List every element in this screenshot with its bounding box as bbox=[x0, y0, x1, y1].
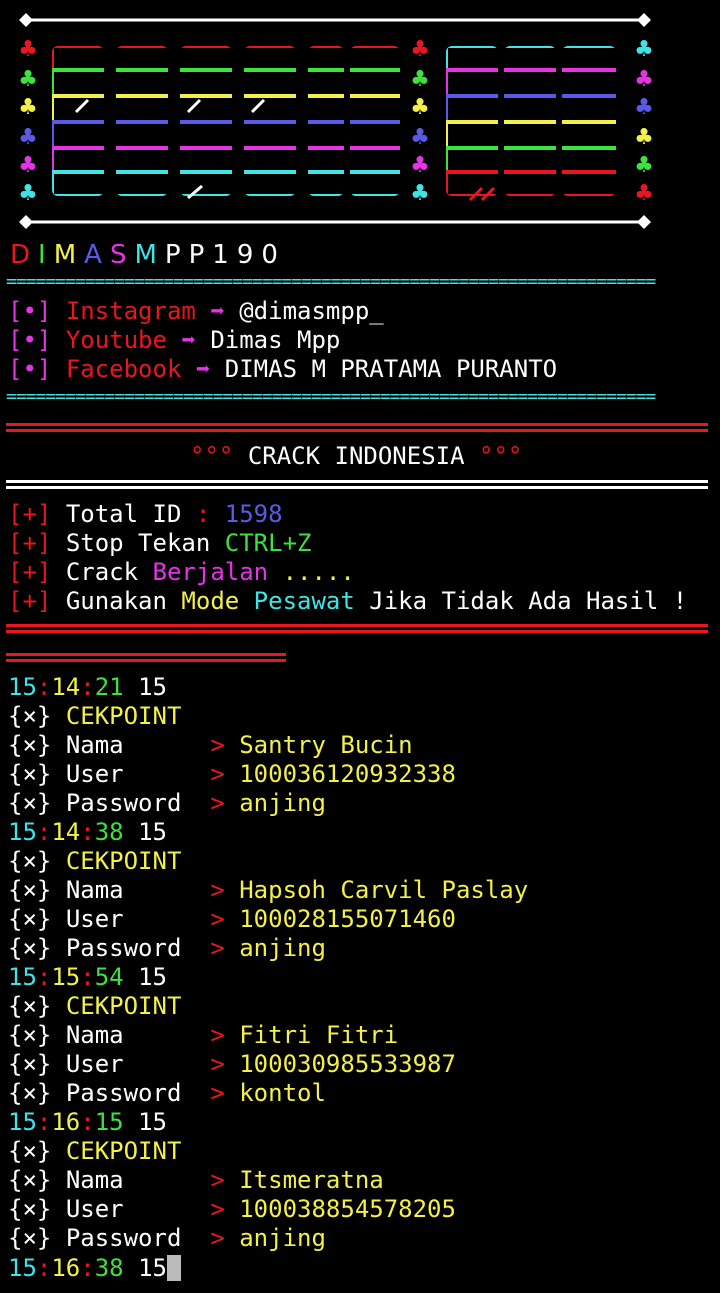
status-line: {×} CEKPOINT bbox=[8, 702, 182, 730]
social-row-facebook: [•] Facebook ➡ DIMAS M PRATAMA PURANTO bbox=[8, 355, 558, 383]
timestamp-line: 15:14:21 15 bbox=[8, 673, 167, 701]
result-password: {×} Password > kontol bbox=[8, 1079, 326, 1107]
result-user: {×} User > 100038854578205 bbox=[8, 1195, 456, 1223]
timestamp-line: 15:14:38 15 bbox=[8, 818, 167, 846]
result-password: {×} Password > anjing bbox=[8, 1224, 326, 1252]
svg-text:♣: ♣ bbox=[410, 67, 430, 92]
result-user: {×} User > 100028155071460 bbox=[8, 905, 456, 933]
divider-red bbox=[6, 423, 708, 426]
svg-text:♣: ♣ bbox=[18, 125, 38, 150]
author-letter: M bbox=[134, 240, 165, 270]
social-row-instagram: [•] Instagram ➡ @dimasmpp_ bbox=[8, 297, 384, 325]
timestamp-line: 15:15:54 15 bbox=[8, 963, 167, 991]
divider-red bbox=[6, 624, 708, 627]
author-letter: 9 bbox=[236, 240, 262, 270]
author-letter: M bbox=[53, 240, 85, 270]
svg-text:♣: ♣ bbox=[18, 153, 38, 178]
svg-text:♣: ♣ bbox=[18, 67, 38, 92]
info-stop: [+] Stop Tekan CTRL+Z bbox=[8, 529, 312, 557]
divider-red-short bbox=[6, 653, 286, 656]
page-title: °°° CRACK INDONESIA °°° bbox=[190, 442, 523, 470]
svg-text:♣: ♣ bbox=[18, 95, 38, 120]
svg-text:♣: ♣ bbox=[634, 125, 654, 150]
author-letter: I bbox=[38, 240, 54, 270]
svg-text:♣: ♣ bbox=[634, 67, 654, 92]
svg-text:♣: ♣ bbox=[634, 95, 654, 120]
divider-cyan: ========================================… bbox=[6, 275, 656, 289]
timestamp-line: 15:16:15 15 bbox=[8, 1108, 167, 1136]
info-tip: [+] Gunakan Mode Pesawat Jika Tidak Ada … bbox=[8, 587, 688, 615]
svg-text:♣: ♣ bbox=[634, 181, 654, 206]
divider-red bbox=[6, 429, 708, 432]
social-row-youtube: [•] Youtube ➡ Dimas Mpp bbox=[8, 326, 341, 354]
result-nama: {×} Nama > Santry Bucin bbox=[8, 731, 413, 759]
author-banner: DIMASMPP190 bbox=[10, 240, 286, 270]
result-user: {×} User > 100030985533987 bbox=[8, 1050, 456, 1078]
author-letter: A bbox=[84, 240, 110, 270]
divider-red bbox=[6, 630, 708, 633]
svg-text:♣: ♣ bbox=[634, 37, 654, 62]
cracks-pro-logo: ♣ ♣ ♣ ♣ ♣ ♣ ♣ ♣ ♣ ♣ ♣ ♣ ♣ ♣ ♣ ♣ ♣ ♣ bbox=[18, 13, 654, 229]
status-line: {×} CEKPOINT bbox=[8, 1137, 182, 1165]
result-password: {×} Password > anjing bbox=[8, 789, 326, 817]
divider-white bbox=[6, 480, 708, 483]
author-letter: 0 bbox=[261, 240, 286, 270]
info-total-id: [+] Total ID : 1598 bbox=[8, 500, 283, 528]
svg-text:♣: ♣ bbox=[410, 125, 430, 150]
divider-red-short bbox=[6, 659, 286, 662]
info-crack-status: [+] Crack Berjalan ..... bbox=[8, 558, 355, 586]
author-letter: P bbox=[188, 240, 213, 270]
svg-text:♣: ♣ bbox=[410, 95, 430, 120]
timestamp-line: 15:16:38 15 bbox=[8, 1254, 181, 1283]
author-letter: 1 bbox=[212, 240, 237, 270]
terminal-window[interactable]: ♣ ♣ ♣ ♣ ♣ ♣ ♣ ♣ ♣ ♣ ♣ ♣ ♣ ♣ ♣ ♣ ♣ ♣ DIMA… bbox=[0, 0, 720, 1293]
status-line: {×} CEKPOINT bbox=[8, 847, 182, 875]
terminal-cursor bbox=[166, 1255, 181, 1281]
author-letter: D bbox=[10, 240, 39, 270]
svg-text:♣: ♣ bbox=[18, 181, 38, 206]
author-letter: P bbox=[164, 240, 189, 270]
divider-white bbox=[6, 486, 708, 489]
divider-cyan: ========================================… bbox=[6, 390, 656, 404]
author-letter: S bbox=[109, 240, 135, 270]
svg-text:♣: ♣ bbox=[410, 153, 430, 178]
svg-text:♣: ♣ bbox=[410, 37, 430, 62]
result-nama: {×} Nama > Itsmeratna bbox=[8, 1166, 384, 1194]
result-user: {×} User > 100036120932338 bbox=[8, 760, 456, 788]
svg-text:♣: ♣ bbox=[18, 37, 38, 62]
svg-text:♣: ♣ bbox=[410, 181, 430, 206]
svg-text:♣: ♣ bbox=[634, 153, 654, 178]
result-nama: {×} Nama > Fitri Fitri bbox=[8, 1021, 399, 1049]
result-password: {×} Password > anjing bbox=[8, 934, 326, 962]
status-line: {×} CEKPOINT bbox=[8, 992, 182, 1020]
result-nama: {×} Nama > Hapsoh Carvil Paslay bbox=[8, 876, 529, 904]
